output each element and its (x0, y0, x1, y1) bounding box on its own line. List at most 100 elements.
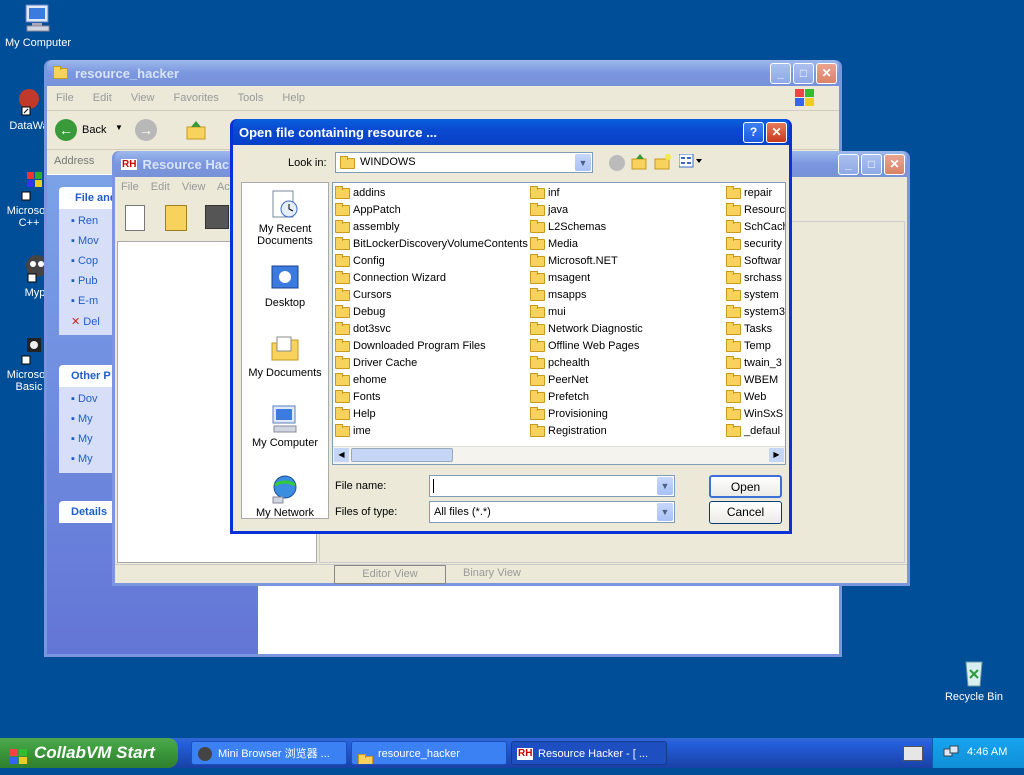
minimize-icon[interactable]: _ (838, 153, 859, 175)
keyboard-icon[interactable] (903, 746, 923, 761)
folder-item[interactable]: java (530, 202, 568, 218)
new-folder-icon[interactable] (654, 153, 672, 174)
close-icon[interactable]: ✕ (766, 121, 787, 143)
rh-menu-edit[interactable]: Edit (151, 181, 170, 193)
folder-item[interactable]: WBEM (726, 372, 778, 388)
folder-item[interactable]: PeerNet (530, 372, 588, 388)
clock[interactable]: 4:46 AM (967, 746, 1007, 758)
menu-help[interactable]: Help (282, 92, 305, 104)
folder-item[interactable]: mui (530, 304, 566, 320)
place-my-computer[interactable]: My Computer (242, 403, 328, 449)
folder-item[interactable]: msapps (530, 287, 587, 303)
folder-item[interactable]: Driver Cache (335, 355, 417, 371)
maximize-icon[interactable]: □ (793, 62, 814, 84)
folder-item[interactable]: Temp (726, 338, 771, 354)
folder-item[interactable]: Softwar (726, 253, 781, 269)
scroll-thumb[interactable] (351, 448, 453, 462)
folder-item[interactable]: AppPatch (335, 202, 401, 218)
folder-item[interactable]: Cursors (335, 287, 392, 303)
folder-item[interactable]: ehome (335, 372, 387, 388)
rh-menu-view[interactable]: View (182, 181, 206, 193)
place-my-network[interactable]: ▪ My (71, 453, 93, 465)
task-delete[interactable]: ✕ Del (71, 315, 100, 328)
close-icon[interactable]: ✕ (816, 62, 837, 84)
task-publish[interactable]: ▪ Pub (71, 275, 98, 287)
folder-item[interactable]: Config (335, 253, 385, 269)
cancel-button[interactable]: Cancel (709, 501, 782, 524)
chevron-down-icon[interactable]: ▼ (657, 477, 673, 495)
folder-item[interactable]: system (726, 287, 779, 303)
folder-item[interactable]: dot3svc (335, 321, 391, 337)
folder-item[interactable]: system3 (726, 304, 785, 320)
folder-item[interactable]: msagent (530, 270, 590, 286)
folder-item[interactable]: srchass (726, 270, 782, 286)
place-my-documents[interactable]: ▪ My (71, 413, 93, 425)
folder-item[interactable]: repair (726, 185, 772, 201)
folder-item[interactable]: Connection Wizard (335, 270, 446, 286)
folder-item[interactable]: Web (726, 389, 766, 405)
menu-view[interactable]: View (131, 92, 155, 104)
maximize-icon[interactable]: □ (861, 153, 882, 175)
folder-item[interactable]: Resourc (726, 202, 785, 218)
folder-item[interactable]: Debug (335, 304, 385, 320)
help-button[interactable]: ? (743, 121, 764, 143)
open-button[interactable]: Open (709, 475, 782, 498)
folder-item[interactable]: twain_3 (726, 355, 782, 371)
folder-item[interactable]: Help (335, 406, 376, 422)
folder-item[interactable]: Registration (530, 423, 607, 439)
task-email[interactable]: ▪ E-m (71, 295, 98, 307)
folder-item[interactable]: security (726, 236, 782, 252)
folder-item[interactable]: WinSxS (726, 406, 783, 422)
menu-file[interactable]: File (56, 92, 74, 104)
close-icon[interactable]: ✕ (884, 153, 905, 175)
menu-tools[interactable]: Tools (238, 92, 264, 104)
new-file-icon[interactable] (125, 205, 145, 231)
place-downloads[interactable]: ▪ Dov (71, 393, 98, 405)
place-recent-documents[interactable]: My Recent Documents (242, 189, 328, 247)
folder-item[interactable]: Fonts (335, 389, 381, 405)
explorer-titlebar[interactable]: resource_hacker _ □ ✕ (47, 60, 839, 86)
folder-item[interactable]: BitLockerDiscoveryVolumeContents (335, 236, 528, 252)
desktop-icon-recycle-bin[interactable]: Recycle Bin (937, 656, 1011, 703)
folder-item[interactable]: Tasks (726, 321, 772, 337)
chevron-down-icon[interactable]: ▼ (657, 503, 673, 521)
view-menu-icon[interactable] (678, 153, 703, 171)
place-my-network[interactable]: My Network (242, 473, 328, 519)
folder-item[interactable]: SchCach (726, 219, 785, 235)
chevron-down-icon[interactable]: ▼ (575, 154, 591, 171)
folder-item[interactable]: Provisioning (530, 406, 608, 422)
up-folder-icon[interactable] (185, 119, 207, 144)
folder-item[interactable]: Network Diagnostic (530, 321, 643, 337)
folder-item[interactable]: inf (530, 185, 560, 201)
folder-item[interactable]: Downloaded Program Files (335, 338, 486, 354)
menu-favorites[interactable]: Favorites (174, 92, 219, 104)
folder-item[interactable]: L2Schemas (530, 219, 606, 235)
file-list[interactable]: addins AppPatch assembly BitLockerDiscovery… (332, 182, 786, 465)
back-arrow-icon[interactable] (609, 155, 625, 171)
forward-arrow-icon[interactable]: → (135, 119, 157, 141)
folder-item[interactable]: Microsoft.NET (530, 253, 618, 269)
save-icon[interactable] (205, 205, 229, 229)
start-button[interactable]: CollabVM Start (0, 738, 178, 768)
file-name-input[interactable]: ▼ (429, 475, 675, 497)
dialog-titlebar[interactable]: Open file containing resource ... ? ✕ (233, 119, 789, 145)
folder-item[interactable]: Prefetch (530, 389, 589, 405)
horizontal-scrollbar[interactable]: ◀ ▶ (333, 446, 785, 464)
chevron-down-icon[interactable]: ▼ (115, 123, 123, 132)
folder-item[interactable]: assembly (335, 219, 399, 235)
taskbar-item-resource-hacker-folder[interactable]: resource_hacker (351, 741, 507, 765)
task-rename[interactable]: ▪ Ren (71, 215, 98, 227)
task-move[interactable]: ▪ Mov (71, 235, 99, 247)
place-my-computer[interactable]: ▪ My (71, 433, 93, 445)
folder-item[interactable]: _defaul (726, 423, 780, 439)
scroll-left-icon[interactable]: ◀ (334, 448, 349, 462)
taskbar-item-resource-hacker[interactable]: RH Resource Hacker - [ ... (511, 741, 667, 765)
menu-edit[interactable]: Edit (93, 92, 112, 104)
up-folder-icon[interactable] (631, 153, 649, 174)
scroll-right-icon[interactable]: ▶ (769, 448, 784, 462)
files-of-type-select[interactable]: All files (*.*) ▼ (429, 501, 675, 523)
folder-item[interactable]: ime (335, 423, 371, 439)
folder-item[interactable]: addins (335, 185, 385, 201)
back-arrow-icon[interactable]: ← (55, 119, 77, 141)
folder-item[interactable]: pchealth (530, 355, 590, 371)
